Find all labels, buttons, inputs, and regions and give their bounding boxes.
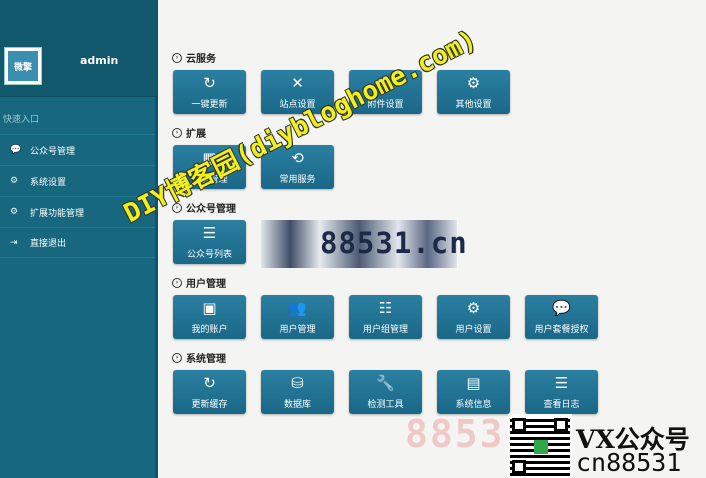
- profile-panel: 微擎 admin: [0, 0, 158, 97]
- tile-user-management[interactable]: 👥 用户管理: [261, 295, 334, 339]
- circle-arrow-icon: ›: [172, 127, 182, 138]
- document-icon: ▤: [466, 373, 481, 392]
- section-title-system-management: › 系统管理: [172, 350, 226, 365]
- qr-code: [508, 414, 572, 478]
- database-icon: ⛁: [291, 373, 304, 392]
- wechat-id: cn88531: [576, 448, 682, 477]
- username[interactable]: admin: [80, 54, 118, 67]
- link-icon: ⟲: [291, 148, 304, 167]
- wrench-icon: 🔧: [376, 373, 395, 392]
- sidebar-item-label: 扩展功能管理: [30, 208, 85, 219]
- gear-icon: ⚙: [10, 176, 19, 186]
- sidebar-item-logout[interactable]: ⇥ 直接退出: [0, 227, 155, 258]
- logo-text: 微擎: [8, 51, 38, 81]
- tile-other-settings[interactable]: ⚙ 其他设置: [437, 70, 510, 114]
- gear-icon: ⚙: [466, 298, 481, 317]
- circle-arrow-icon: ›: [172, 277, 182, 288]
- tile-database[interactable]: ⛁ 数据库: [261, 370, 334, 414]
- tile-my-account[interactable]: ▣ 我的账户: [173, 295, 246, 339]
- comment-icon: 💬: [10, 145, 22, 155]
- circle-arrow-icon: ›: [172, 52, 182, 63]
- qr-finder: [554, 418, 568, 432]
- gears-icon: ⚙: [10, 207, 19, 217]
- tile-user-settings[interactable]: ⚙ 用户设置: [437, 295, 510, 339]
- tile-user-group-management[interactable]: ☷ 用户组管理: [349, 295, 422, 339]
- section-title-user-management: › 用户管理: [172, 275, 226, 290]
- tile-system-info[interactable]: ▤ 系统信息: [437, 370, 510, 414]
- refresh-icon: ↻: [203, 73, 216, 92]
- sign-out-icon: ⇥: [10, 237, 18, 248]
- tools-icon: ✕: [291, 73, 304, 92]
- tile-view-logs[interactable]: ☰ 查看日志: [525, 370, 598, 414]
- sidebar-item-label: 公众号管理: [30, 146, 76, 157]
- sidebar-item-official-accounts[interactable]: 💬 公众号管理: [0, 134, 155, 165]
- qr-finder: [512, 460, 526, 474]
- list-icon: ☰: [202, 223, 217, 242]
- section-title-cloud: › 云服务: [172, 50, 216, 65]
- tile-account-list[interactable]: ☰ 公众号列表: [173, 220, 246, 264]
- tile-update-cache[interactable]: ↻ 更新缓存: [173, 370, 246, 414]
- section-title-extensions: › 扩展: [172, 125, 206, 140]
- tile-one-click-update[interactable]: ↻ 一键更新: [173, 70, 246, 114]
- site-logo[interactable]: 微擎: [4, 47, 42, 85]
- tile-user-package-authorization[interactable]: 💬 用户套餐授权: [525, 295, 598, 339]
- briefcase-icon: ▣: [202, 298, 217, 317]
- sidebar-item-label: 直接退出: [30, 239, 67, 249]
- gears-icon: ⚙: [466, 73, 481, 92]
- refresh-icon: ↻: [203, 373, 216, 392]
- circle-arrow-icon: ›: [172, 352, 182, 363]
- sidebar-item-label: 系统设置: [30, 177, 67, 188]
- sidebar: 微擎 admin 快速入口 💬 公众号管理 ⚙ 系统设置 ⚙ 扩展功能管理 ⇥ …: [0, 0, 158, 478]
- list-alt-icon: ☰: [554, 373, 569, 392]
- tile-detection-tools[interactable]: 🔧 检测工具: [349, 370, 422, 414]
- users-icon: 👥: [288, 298, 307, 317]
- qr-center-logo: [534, 440, 548, 454]
- th-list-icon: ☷: [378, 298, 393, 317]
- quick-entry-label: 快速入口: [3, 115, 40, 125]
- blurred-domain-text: 88531.cn: [320, 226, 468, 260]
- comments-icon: 💬: [552, 298, 571, 317]
- qr-finder: [512, 418, 526, 432]
